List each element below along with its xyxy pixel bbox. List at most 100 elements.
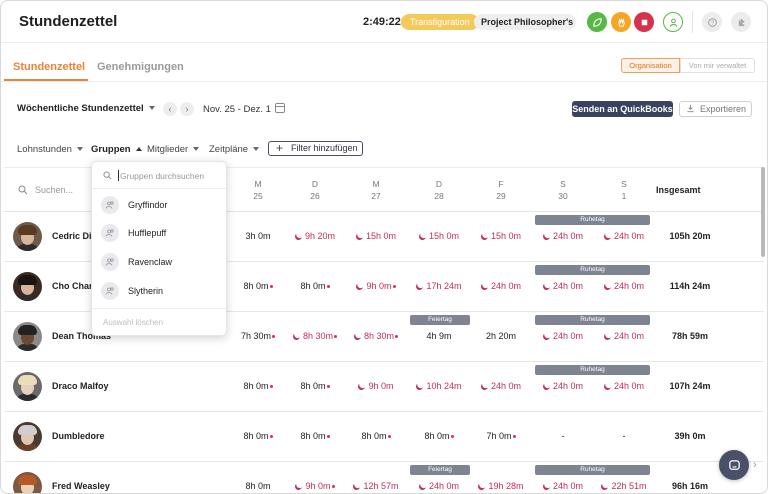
activity-tag[interactable]: Transfiguration — [401, 14, 479, 30]
group-option[interactable]: Gryffindor — [92, 191, 226, 219]
stop-icon[interactable] — [634, 12, 654, 32]
scope-managed-toggle[interactable]: Von mir verwaltet — [680, 58, 755, 73]
time-cell[interactable]: 8h 30m — [346, 331, 406, 341]
member-name[interactable]: Fred Weasley — [52, 481, 110, 491]
warning-dot-icon — [269, 435, 273, 438]
time-cell[interactable]: 9h 0m — [346, 281, 406, 291]
time-cell[interactable]: 8h 0m — [346, 431, 406, 441]
time-cell[interactable]: 24h 0m — [594, 231, 654, 241]
time-cell[interactable]: 2h 20m — [471, 331, 531, 341]
time-cell[interactable]: 15h 0m — [409, 231, 469, 241]
time-cell[interactable]: 24h 0m — [409, 481, 469, 491]
scope-organisation-toggle[interactable]: Organisation — [621, 58, 680, 73]
time-cell[interactable]: 4h 9m — [409, 331, 469, 341]
time-value: 19h 28m — [488, 481, 524, 491]
calendar-icon[interactable] — [275, 103, 285, 113]
chevron-right-icon[interactable]: › — [753, 459, 757, 471]
filter-members-label: Mitglieder — [147, 144, 189, 155]
time-value: 8h 0m — [424, 431, 450, 441]
time-cell[interactable]: 15h 0m — [471, 231, 531, 241]
time-cell[interactable]: - — [533, 431, 593, 441]
filter-bar: Lohnstunden Gruppen Mitglieder Zeitpläne… — [1, 141, 767, 161]
time-cell[interactable]: 12h 57m — [346, 481, 406, 491]
time-cell[interactable]: 24h 0m — [471, 281, 531, 291]
tab-genehmigungen[interactable]: Genehmigungen — [97, 61, 184, 73]
group-option[interactable]: Slytherin — [92, 277, 226, 305]
avatar — [13, 472, 42, 493]
send-quickbooks-button[interactable]: Senden an QuickBooks — [572, 101, 673, 117]
time-cell[interactable]: 19h 28m — [471, 481, 531, 491]
time-cell[interactable]: 8h 0m — [409, 431, 469, 441]
time-cell[interactable]: 24h 0m — [594, 331, 654, 341]
vertical-scrollbar[interactable] — [761, 167, 765, 257]
chevron-down-icon — [148, 106, 155, 111]
time-cell[interactable]: 24h 0m — [533, 331, 593, 341]
chat-button[interactable] — [719, 450, 749, 480]
user-icon[interactable] — [663, 12, 683, 32]
project-tag[interactable]: Project Philosopher's S... — [474, 14, 576, 30]
time-cell[interactable]: 7h 30m — [228, 331, 288, 341]
hand-icon[interactable] — [611, 12, 631, 32]
moon-icon — [603, 382, 613, 392]
time-value: 4h 9m — [426, 331, 452, 341]
day-number: 28 — [434, 191, 444, 201]
time-cell[interactable]: 24h 0m — [533, 381, 593, 391]
next-week-button[interactable]: › — [180, 102, 194, 116]
filter-groups[interactable]: Gruppen — [91, 144, 142, 155]
time-value: 24h 0m — [613, 381, 645, 391]
export-button[interactable]: Exportieren — [679, 101, 752, 117]
leaf-icon[interactable] — [587, 12, 607, 32]
day-letter: M — [372, 179, 380, 189]
time-cell[interactable]: 8h 0m — [285, 381, 345, 391]
time-cell[interactable]: 24h 0m — [533, 231, 593, 241]
time-cell[interactable]: 8h 0m — [285, 281, 345, 291]
day-number: 29 — [496, 191, 506, 201]
member-name[interactable]: Dumbledore — [52, 431, 105, 441]
moon-icon — [355, 282, 365, 292]
add-filter-button[interactable]: + Filter hinzufügen — [268, 141, 363, 156]
warning-dot-icon — [395, 335, 399, 338]
puzzle-icon[interactable] — [731, 12, 751, 32]
time-cell[interactable]: 9h 20m — [285, 231, 345, 241]
time-cell[interactable]: 8h 0m — [285, 431, 345, 441]
time-cell[interactable]: 8h 0m — [228, 381, 288, 391]
filter-pay-hours[interactable]: Lohnstunden — [17, 144, 83, 155]
time-cell[interactable]: 24h 0m — [594, 281, 654, 291]
member-name[interactable]: Draco Malfoy — [52, 381, 109, 391]
time-cell[interactable]: 15h 0m — [346, 231, 406, 241]
tab-stundenzettel[interactable]: Stundenzettel — [13, 61, 85, 73]
time-cell[interactable]: 22h 51m — [594, 481, 654, 491]
time-cell[interactable]: 7h 0m — [471, 431, 531, 441]
member-search-input[interactable]: Suchen... — [35, 185, 73, 195]
help-icon[interactable]: ? — [702, 12, 722, 32]
group-option[interactable]: Ravenclaw — [92, 248, 226, 276]
clear-selection-button[interactable]: Auswahl löschen — [103, 318, 163, 327]
time-cell[interactable]: 9h 0m — [346, 381, 406, 391]
time-cell[interactable]: 17h 24m — [409, 281, 469, 291]
time-cell[interactable]: 24h 0m — [471, 381, 531, 391]
time-value: 8h 30m — [363, 331, 395, 341]
table-row[interactable]: Draco Malfoy Ruhetag 8h 0m 8h 0m 9h 0m 1… — [4, 362, 764, 412]
time-cell[interactable]: 24h 0m — [594, 381, 654, 391]
warning-dot-icon — [326, 285, 330, 288]
day-header: F 29 — [481, 178, 521, 202]
sheet-type-select[interactable]: Wöchentliche Stundenzettel — [17, 103, 155, 114]
time-cell[interactable]: 10h 24m — [409, 381, 469, 391]
time-cell[interactable]: 24h 0m — [533, 481, 593, 491]
previous-week-button[interactable]: ‹ — [163, 102, 177, 116]
time-cell[interactable]: 8h 30m — [285, 331, 345, 341]
time-cell[interactable]: 8h 0m — [228, 281, 288, 291]
filter-members[interactable]: Mitglieder — [147, 144, 200, 155]
time-value: 24h 0m — [613, 331, 645, 341]
table-row[interactable]: Fred Weasley Feiertag Ruhetag 8h 0m 9h 0… — [4, 462, 764, 493]
time-cell[interactable]: - — [594, 431, 654, 441]
time-cell[interactable]: 9h 0m — [285, 481, 345, 491]
time-cell[interactable]: 8h 0m — [228, 481, 288, 491]
time-cell[interactable]: 8h 0m — [228, 431, 288, 441]
group-search-field[interactable]: Gruppen durchsuchen — [92, 162, 226, 189]
time-cell[interactable]: 3h 0m — [228, 231, 288, 241]
time-cell[interactable]: 24h 0m — [533, 281, 593, 291]
table-row[interactable]: Dumbledore 8h 0m 8h 0m 8h 0m 8h 0m 7h 0m… — [4, 412, 764, 462]
filter-schedules[interactable]: Zeitpläne — [209, 144, 260, 155]
group-option[interactable]: Hufflepuff — [92, 219, 226, 247]
